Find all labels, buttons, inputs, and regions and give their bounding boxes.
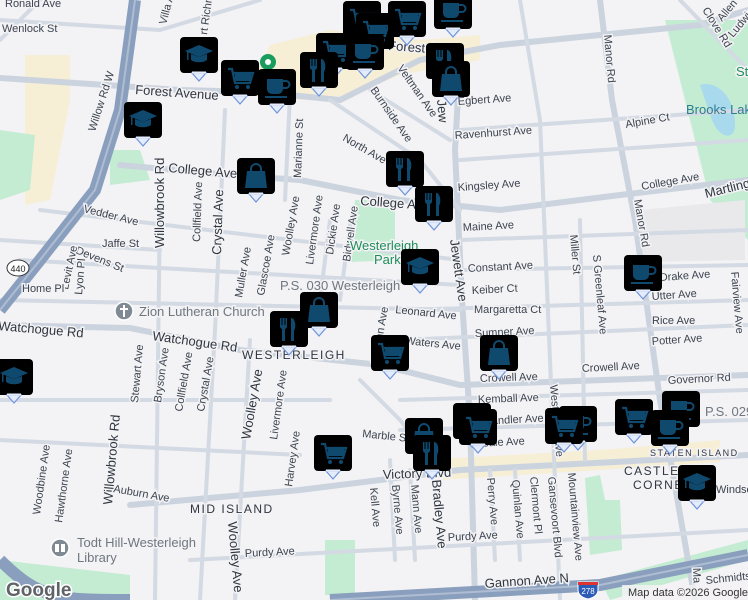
neighborhood-label: STATEN ISLAND (650, 448, 739, 458)
street-label: Woolley Ave (238, 368, 265, 441)
svg-text:440: 440 (10, 264, 25, 274)
place-label-ps030[interactable]: P.S. 030 Westerleigh (279, 277, 402, 295)
street-label: Purdy Ave (245, 545, 296, 560)
street-label: rt Richm (198, 0, 216, 35)
street-label: Mountainview Ave (565, 472, 585, 561)
street-label: Kell Ave (367, 487, 382, 527)
place-label-zion-church[interactable]: Zion Lutheran Church (138, 303, 267, 321)
cart-marker[interactable] (614, 398, 654, 444)
street-label: Livermore Ave (268, 369, 290, 440)
street-label: Constant Ave (468, 260, 534, 275)
school-marker[interactable] (123, 101, 163, 147)
street-label: Woolley Ave (225, 521, 246, 593)
street-label: Harvey Ave (283, 430, 303, 487)
school-marker[interactable] (179, 36, 219, 82)
school-marker[interactable] (400, 248, 440, 294)
street-label: Collfield Ave (191, 181, 205, 242)
street-label: Marianne St (292, 118, 306, 178)
street-label: Ma (690, 568, 703, 585)
street-label: Maine Ave (463, 219, 515, 234)
street-label: Ronald Ave (5, 0, 61, 10)
street-label: Crowell Ave (582, 360, 640, 375)
svg-text:278: 278 (581, 587, 595, 596)
street-label: Livermore Ave (304, 194, 326, 265)
street-label: Watchogue Rd (0, 318, 84, 340)
library-pin[interactable] (50, 538, 70, 558)
shopping-bag-marker[interactable] (236, 157, 276, 203)
street-label: Windsor Rd (716, 484, 748, 496)
street-label: Gansevoort Blvd (545, 476, 564, 558)
street-label: Rice Ave (652, 315, 695, 327)
map-canvas[interactable]: Ronald Ave Wenlock St Willow Rd W Villa … (0, 0, 748, 600)
street-label: Keiber Ct (472, 283, 518, 297)
street-label: Schmidts Ln (705, 569, 748, 587)
street-label: Vedder Ave (82, 203, 139, 228)
interstate-278-shield: 278 (577, 581, 599, 600)
cart-marker[interactable] (313, 434, 353, 480)
street-label: Alpine Ct (624, 111, 670, 131)
place-label-ps029[interactable]: P.S. 029 Bardwell (704, 403, 748, 421)
street-label: Jaffe St (102, 238, 139, 250)
street-label: Margaretta Ct (474, 304, 541, 316)
street-label: Collfield Ave (173, 351, 195, 413)
street-label: Kingsley Ave (457, 178, 520, 194)
map-attribution[interactable]: Map data ©2026 Google (628, 587, 748, 599)
lake-label: Brooks Lake (686, 102, 748, 117)
street-label: North Ave (341, 132, 389, 166)
street-label: Perry Ave (484, 477, 500, 525)
street-labels: Ronald Ave Wenlock St Willow Rd W Villa … (0, 0, 748, 595)
street-label: Potter Ave (651, 332, 702, 347)
restaurant-marker[interactable] (414, 185, 454, 231)
place-label-library[interactable]: Todt Hill-Westerleigh (76, 534, 198, 552)
street-label: Crystal Ave (209, 189, 226, 255)
street-label: Home Pl (22, 283, 64, 295)
church-pin[interactable] (114, 301, 134, 321)
street-label: Governor Rd (668, 372, 732, 387)
school-marker[interactable] (677, 464, 717, 510)
street-label: Villa Ave (157, 0, 179, 26)
google-logo[interactable]: Google (5, 579, 73, 600)
street-label: Quinlan Ave (509, 479, 526, 539)
street-label: Stewart Ave (129, 344, 146, 403)
street-label: Clermont Pl (527, 476, 544, 534)
park-label[interactable]: Park (373, 251, 403, 269)
street-label: Lyon Pl (73, 258, 88, 295)
park-label-greenbelt[interactable]: Staten Island Greenbelt (735, 63, 748, 81)
route-440-shield: 440 (6, 259, 30, 277)
school-marker[interactable] (0, 358, 34, 404)
street-label: Bryson Ave (152, 347, 172, 404)
street-label: Willowbrook Rd (152, 158, 167, 248)
coffee-marker[interactable] (433, 0, 473, 38)
street-label: Mann Ave (408, 484, 424, 534)
street-label: Crowell Ave (480, 371, 538, 385)
street-label: Woolley Ave (280, 195, 302, 256)
street-label: Hawthorne Ave (53, 448, 75, 523)
place-label-library[interactable]: Library (76, 549, 119, 567)
street-label: Purdy Ave (448, 529, 499, 544)
street-label: Bradley Ave (429, 479, 450, 549)
street-label: Manor Rd (601, 34, 617, 83)
street-label: Glascoe Ave (255, 234, 278, 297)
street-label: Drake Ave (659, 268, 710, 283)
neighborhood-label: MID ISLAND (190, 502, 274, 516)
street-label: Woodbine Ave (31, 444, 53, 516)
street-label: College Ave (168, 160, 238, 181)
street-label: Forest Avenue (135, 82, 219, 103)
cart-marker[interactable] (220, 59, 260, 105)
street-label: Wenlock St (2, 23, 57, 35)
street-label: Ravenhurst Ave (454, 125, 532, 142)
selected-location-pin[interactable] (260, 54, 276, 70)
